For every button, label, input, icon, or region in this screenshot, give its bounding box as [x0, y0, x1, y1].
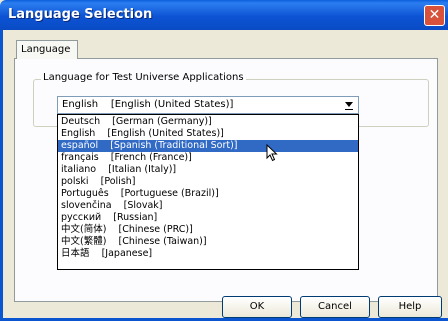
list-item[interactable]: Deutsch [German (Germany)] [58, 116, 358, 128]
close-button[interactable]: ✕ [424, 5, 445, 26]
group-legend: Language for Test Universe Applications [41, 72, 246, 83]
help-button[interactable]: Help [378, 296, 442, 318]
list-item[interactable]: español [Spanish (Traditional Sort)] [58, 140, 358, 152]
list-item[interactable]: slovenčina [Slovak] [58, 200, 358, 212]
list-item[interactable]: italiano [Italian (Italy)] [58, 164, 358, 176]
list-item[interactable]: English [English (United States)] [58, 128, 358, 140]
tab-language-label: Language [21, 44, 71, 55]
list-item[interactable]: polski [Polish] [58, 176, 358, 188]
window-frame-left [0, 30, 3, 321]
combo-value: English [English (United States)] [62, 99, 234, 110]
language-dropdown-list[interactable]: Deutsch [German (Germany)] English [Engl… [57, 114, 359, 270]
chevron-underline [345, 109, 353, 110]
language-selection-dialog: Language Selection ✕ Language Language f… [0, 0, 448, 321]
language-combo[interactable]: English [English (United States)] [57, 96, 359, 114]
list-item[interactable]: 日本語 [Japanese] [58, 248, 358, 260]
mouse-pointer-icon [266, 144, 278, 162]
list-item[interactable]: français [French (France)] [58, 152, 358, 164]
combo-dropdown-button[interactable] [341, 98, 357, 112]
tab-language[interactable]: Language [16, 40, 78, 59]
chevron-down-icon [345, 102, 353, 107]
list-item[interactable]: 中文(繁體) [Chinese (Taiwan)] [58, 236, 358, 248]
ok-button[interactable]: OK [222, 296, 292, 318]
close-icon: ✕ [428, 7, 441, 23]
list-item[interactable]: 中文(简体) [Chinese (PRC)] [58, 224, 358, 236]
window-title: Language Selection [8, 7, 153, 22]
cancel-button[interactable]: Cancel [300, 296, 370, 318]
list-item[interactable]: русский [Russian] [58, 212, 358, 224]
list-item[interactable]: Português [Portuguese (Brazil)] [58, 188, 358, 200]
title-bar[interactable]: Language Selection ✕ [0, 0, 448, 30]
